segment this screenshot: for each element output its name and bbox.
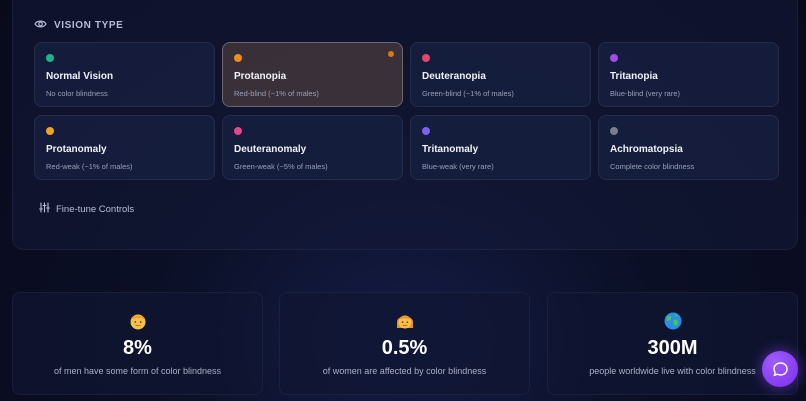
vision-card-deuteranomaly[interactable]: Deuteranomaly Green-weak (~5% of males) — [222, 115, 403, 180]
man-emoji-icon — [130, 314, 145, 330]
color-dot-icon — [610, 54, 618, 62]
chat-bubble-icon — [772, 361, 788, 376]
vision-card-title: Protanopia — [234, 71, 287, 82]
vision-card-normal-vision[interactable]: Normal Vision No color blindness — [34, 42, 215, 107]
vision-card-tritanomaly[interactable]: Tritanomaly Blue-weak (very rare) — [410, 115, 591, 180]
vision-card-desc: Red-blind (~1% of males) — [234, 89, 319, 98]
color-dot-icon — [46, 54, 54, 62]
vision-card-tritanopia[interactable]: Tritanopia Blue-blind (very rare) — [598, 42, 779, 107]
vision-card-desc: No color blindness — [46, 89, 108, 98]
stat-card-worldwide: 300M people worldwide live with color bl… — [547, 292, 798, 395]
selected-indicator-dot — [388, 51, 394, 57]
vision-card-achromatopsia[interactable]: Achromatopsia Complete color blindness — [598, 115, 779, 180]
vision-type-grid: Normal Vision No color blindness Protano… — [34, 42, 779, 180]
color-dot-icon — [422, 54, 430, 62]
color-dot-icon — [422, 127, 430, 135]
color-dot-icon — [610, 127, 618, 135]
vision-card-title: Normal Vision — [46, 71, 114, 82]
vision-card-title: Protanomaly — [46, 144, 107, 155]
vision-card-title: Deuteranopia — [422, 71, 486, 82]
vision-type-title: VISION TYPE — [54, 20, 124, 31]
vision-type-panel: VISION TYPE Normal Vision No color blind… — [12, 0, 798, 250]
vision-type-header: VISION TYPE — [34, 19, 123, 32]
stat-value: 300M — [647, 337, 698, 359]
vision-card-title: Deuteranomaly — [234, 144, 307, 155]
stat-label: of women are affected by color blindness — [322, 366, 487, 376]
vision-card-title: Achromatopsia — [610, 144, 683, 155]
woman-emoji-icon — [396, 315, 413, 329]
color-dot-icon — [46, 127, 54, 135]
color-dot-icon — [234, 127, 242, 135]
vision-card-deuteranopia[interactable]: Deuteranopia Green-blind (~1% of males) — [410, 42, 591, 107]
eye-icon — [34, 19, 47, 32]
vision-card-protanopia[interactable]: Protanopia Red-blind (~1% of males) — [222, 42, 403, 107]
vision-card-desc: Blue-weak (very rare) — [422, 162, 494, 171]
vision-card-desc: Green-blind (~1% of males) — [422, 89, 514, 98]
vision-card-desc: Blue-blind (very rare) — [610, 89, 681, 98]
stat-value: 0.5% — [381, 337, 428, 359]
stat-label: people worldwide live with color blindne… — [589, 366, 756, 376]
vision-card-desc: Green-weak (~5% of males) — [234, 162, 328, 171]
vision-card-protanomaly[interactable]: Protanomaly Red-weak (~1% of males) — [34, 115, 215, 180]
vision-card-title: Tritanomaly — [422, 144, 479, 155]
vision-card-title: Tritanopia — [610, 71, 658, 82]
stat-card-women: 0.5% of women are affected by color blin… — [279, 292, 530, 395]
color-dot-icon — [234, 54, 242, 62]
globe-emoji-icon — [664, 312, 681, 330]
vision-card-desc: Complete color blindness — [610, 162, 695, 171]
stat-value: 8% — [123, 337, 152, 359]
fine-tune-controls-label: Fine-tune Controls — [56, 203, 135, 215]
fine-tune-controls-toggle[interactable]: Fine-tune Controls — [39, 202, 134, 216]
stat-card-men: 8% of men have some form of color blindn… — [12, 292, 263, 395]
sliders-icon — [39, 202, 50, 216]
chat-button[interactable] — [762, 351, 798, 387]
stat-label: of men have some form of color blindness — [53, 366, 222, 376]
vision-card-desc: Red-weak (~1% of males) — [46, 162, 133, 171]
